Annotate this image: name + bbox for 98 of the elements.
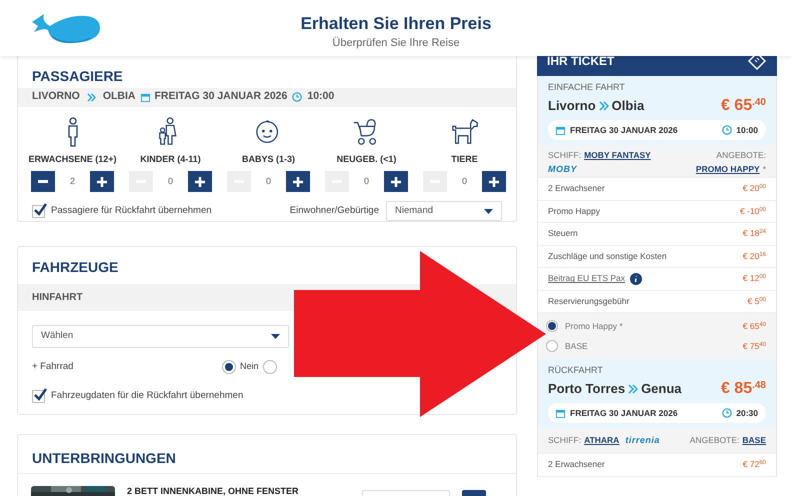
category-label: KINDER (4-11) (140, 152, 201, 166)
caret-icon (271, 334, 280, 339)
residents-select[interactable]: Niemand (386, 201, 502, 221)
line-label: Steuern (548, 227, 578, 240)
radio-label: Nein (240, 360, 259, 374)
checkbox-label: Fahrzeugdaten für die Rückfahrt übernehmen (51, 389, 244, 403)
leg-label: RÜCKFAHRT (548, 364, 604, 376)
ship-label: SCHIFF: (548, 150, 582, 160)
plus-icon (391, 176, 401, 186)
checkbox[interactable] (32, 204, 45, 218)
minus-button[interactable] (31, 171, 55, 192)
chevrons-icon (86, 92, 96, 102)
whale-logo[interactable] (30, 12, 102, 46)
checkbox[interactable] (32, 390, 45, 403)
offer-link[interactable]: PROMO HAPPY (696, 164, 760, 174)
fare-amount: € 65$^{40}$ (742, 320, 766, 332)
leg-time: 20:30 (736, 406, 758, 420)
plus-button[interactable] (90, 171, 114, 192)
plus-button[interactable] (482, 171, 506, 192)
route-date: FREITAG 30 JANUAR 2026 (154, 89, 288, 104)
bike-label: + Fahrrad (32, 360, 74, 374)
leg-to: Genua (641, 380, 682, 398)
adult-icon (68, 116, 78, 146)
plus-button[interactable] (188, 171, 212, 192)
calendar-icon (556, 126, 565, 134)
clock-icon (292, 92, 302, 102)
line-label: Promo Happy (548, 204, 600, 218)
radio-button[interactable] (262, 360, 277, 374)
dog-icon (450, 116, 480, 146)
clock-icon (722, 125, 732, 135)
chevrons-icon (628, 384, 638, 394)
plus-icon (293, 176, 303, 186)
calendar-icon (140, 92, 150, 102)
category-label: NEUGEB. (<1) (336, 152, 396, 166)
line-label: Zuschläge und sonstige Kosten (548, 250, 667, 263)
line-amount: € 20$^{16}$ (742, 250, 766, 263)
cabin-name: 2 BETT INNENKABINE, OHNE FENSTER (127, 486, 299, 496)
page-title: Erhalten Sie Ihren Preis (300, 13, 492, 35)
radio-button[interactable] (546, 340, 558, 352)
fare-amount: € 75$^{40}$ (742, 340, 766, 352)
offers-label: ANGEBOTE: (716, 150, 766, 161)
fare-label: BASE (565, 340, 588, 352)
line-amount: € 72$^{60}$ (742, 458, 766, 472)
section-title: FAHRZEUGE (32, 260, 120, 274)
route-to: OLBIA (102, 89, 136, 104)
leg-to: Olbia (612, 96, 644, 115)
section-title: UNTERBRINGUNGEN (32, 451, 177, 465)
leg-time: 10:00 (736, 124, 758, 136)
plus-icon (489, 176, 499, 186)
line-amount: € 20$^{00}$ (742, 182, 766, 196)
section-title: PASSAGIERE (32, 69, 124, 83)
line-amount: € -10$^{00}$ (740, 204, 766, 218)
checkbox-label: Passagiere für Rückfahrt übernehmen (51, 204, 212, 218)
plus-button[interactable] (384, 171, 408, 192)
ship-link[interactable]: ATHARA (584, 435, 620, 446)
leg-from: Porto Torres (548, 380, 626, 398)
offer-note: * (762, 164, 766, 174)
chevrons-icon (598, 100, 609, 110)
line-label: 2 Erwachsener (548, 458, 605, 472)
ship-label: SCHIFF: (548, 435, 582, 446)
calendar-icon (556, 408, 565, 418)
leg-date: FREITAG 30 JANUAR 2026 (570, 124, 678, 136)
ticket-title: IHR TICKET (547, 52, 614, 70)
offer-link[interactable]: BASE (742, 435, 766, 446)
line-label: 2 Erwachsener (548, 182, 605, 196)
brand-logo: tirrenia (625, 434, 660, 447)
plus-button[interactable] (286, 171, 310, 192)
line-label: Reservierungsgebühr (548, 294, 630, 308)
category-label: TIERE (451, 152, 478, 166)
category-label: ERWACHSENE (12+) (28, 152, 117, 166)
plus-icon (97, 176, 107, 186)
residents-label: Einwohner/Gebürtige (290, 204, 379, 218)
page-subtitle: Überprüfen Sie Ihre Reise (331, 36, 461, 51)
fee-link[interactable]: Beitrag EU ETS Pax (548, 272, 626, 286)
leg-date: FREITAG 30 JANUAR 2026 (570, 406, 678, 420)
plus-icon (195, 176, 205, 186)
leg-from: Livorno (548, 96, 596, 115)
info-icon[interactable] (630, 272, 642, 285)
direction-label: HINFAHRT (32, 291, 83, 305)
leg-price: € 85$^{.48}$ (720, 378, 766, 398)
line-amount: € 18$^{24}$ (742, 227, 766, 240)
ship-link[interactable]: MOBY FANTASY (584, 150, 651, 160)
route-time: 10:00 (307, 89, 334, 104)
radio-button[interactable] (222, 360, 236, 374)
line-amount: € 12$^{00}$ (742, 272, 766, 286)
route-from: LIVORNO (32, 89, 80, 104)
leg-label: EINFACHE FAHRT (548, 81, 626, 93)
clock-icon (722, 408, 732, 418)
minus-icon (38, 180, 48, 183)
offers-label: ANGEBOTE: (690, 435, 740, 446)
radio-button[interactable] (546, 320, 558, 332)
line-amount: € 5$^{00}$ (747, 294, 766, 308)
brand-logo: MOBY (548, 164, 578, 175)
vehicle-select[interactable]: Wählen (32, 325, 289, 348)
fare-label: Promo Happy * (565, 320, 623, 332)
caret-icon (484, 208, 493, 214)
leg-price: € 65$^{.40}$ (720, 96, 766, 116)
category-label: BABYS (1-3) (242, 152, 295, 166)
